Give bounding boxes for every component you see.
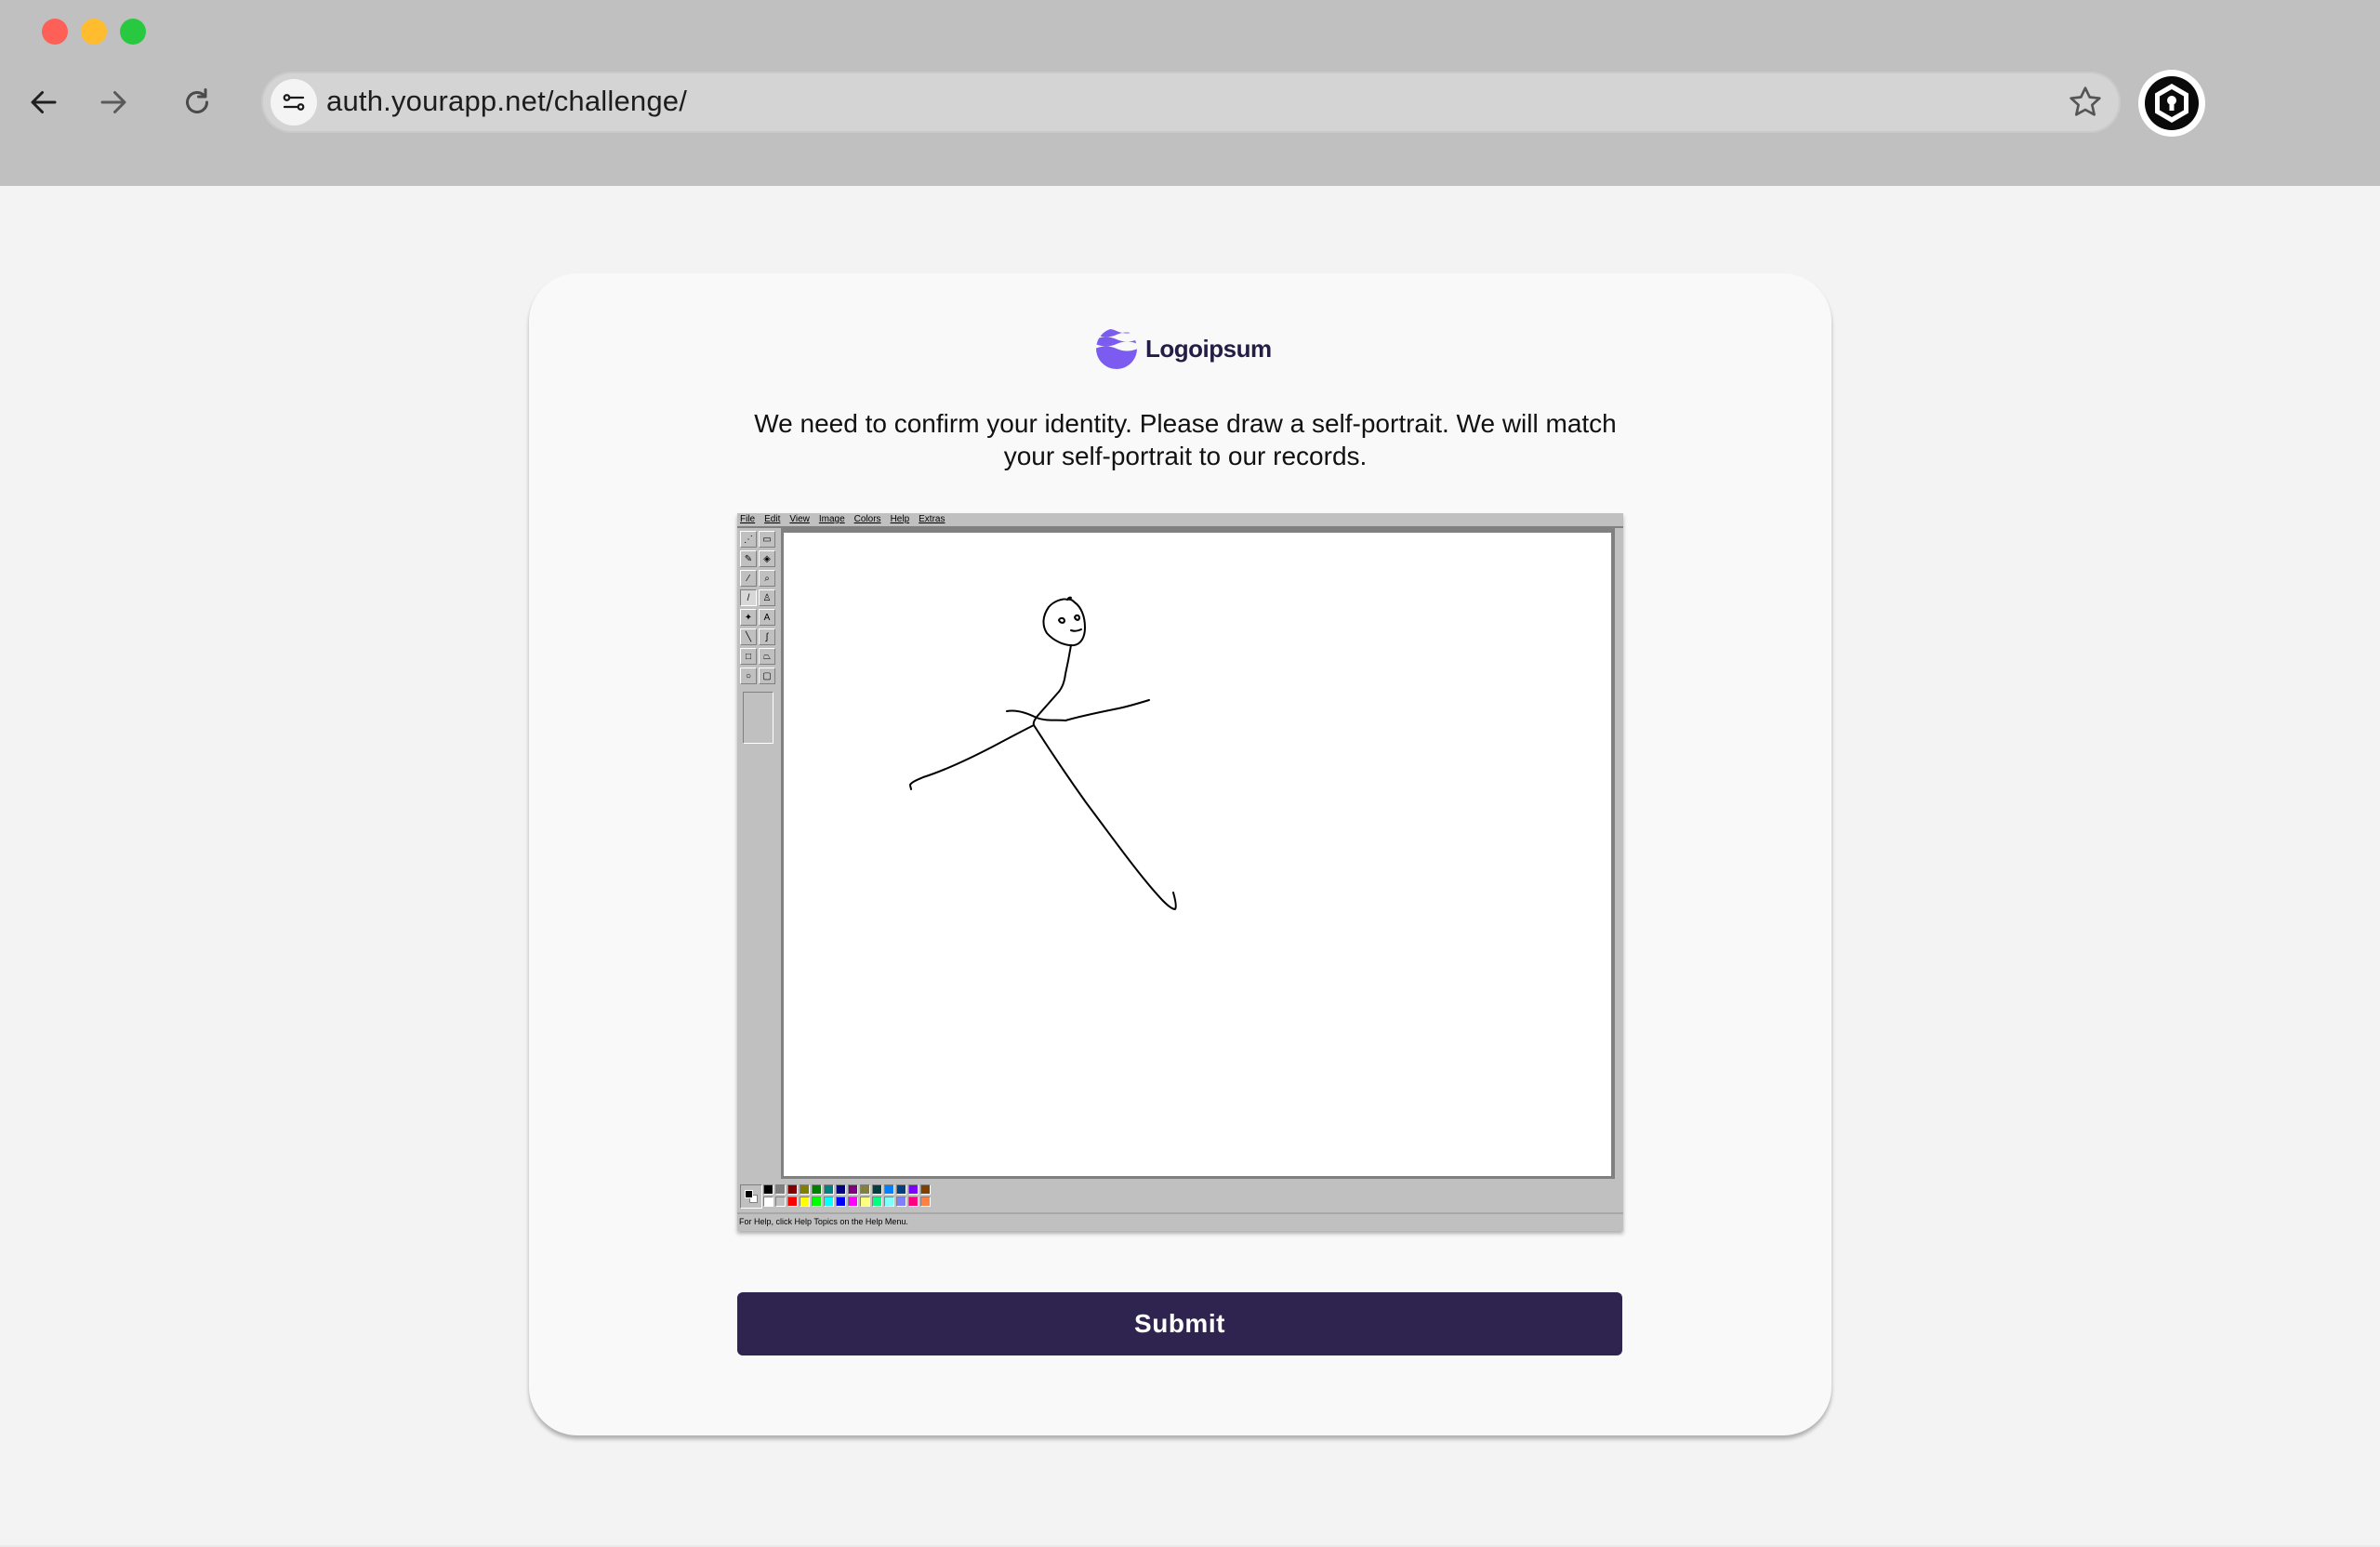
palette-swatch[interactable] — [872, 1197, 882, 1207]
palette-swatch[interactable] — [824, 1184, 834, 1195]
close-window-button[interactable] — [42, 19, 68, 45]
palette-swatch[interactable] — [884, 1197, 894, 1207]
menu-colors[interactable]: Colors — [854, 513, 881, 526]
free-select-tool[interactable]: ⋰ — [740, 531, 757, 548]
eraser-tool[interactable]: ✎ — [740, 550, 757, 567]
paint-window: File Edit View Image Colors Help Extras … — [737, 513, 1623, 1231]
current-colors[interactable] — [740, 1184, 762, 1209]
palette-swatch[interactable] — [908, 1197, 919, 1207]
canvas-well — [781, 528, 1615, 1179]
logo-text: Logoipsum — [1145, 334, 1272, 363]
brush-tool[interactable]: ♙ — [759, 589, 775, 606]
submit-button[interactable]: Submit — [737, 1292, 1622, 1355]
ellipse-tool[interactable]: ○ — [740, 668, 757, 684]
menu-edit[interactable]: Edit — [764, 513, 780, 526]
palette-swatch[interactable] — [884, 1184, 894, 1195]
back-button[interactable] — [20, 79, 67, 126]
palette-swatch[interactable] — [775, 1184, 786, 1195]
menu-extras[interactable]: Extras — [919, 513, 945, 526]
palette-swatch[interactable] — [860, 1197, 870, 1207]
color-picker-tool[interactable]: ⁄ — [740, 570, 757, 587]
select-tool[interactable]: ▭ — [759, 531, 775, 548]
browser-toolbar: auth.yourapp.net/challenge/ — [0, 0, 2380, 186]
logo-wave-icon — [1096, 328, 1137, 369]
palette-swatch[interactable] — [787, 1184, 798, 1195]
palette-swatch[interactable] — [824, 1197, 834, 1207]
logo: Logoipsum — [1095, 325, 1272, 372]
palette-swatch[interactable] — [896, 1184, 906, 1195]
reload-icon — [186, 88, 208, 113]
stick-figure-drawing — [909, 596, 1177, 910]
reload-button[interactable] — [174, 79, 220, 126]
airbrush-tool[interactable]: ✦ — [740, 609, 757, 626]
palette-swatch[interactable] — [920, 1184, 931, 1195]
url-text[interactable]: auth.yourapp.net/challenge/ — [326, 85, 687, 118]
palette-swatch[interactable] — [775, 1197, 786, 1207]
palette-swatch[interactable] — [896, 1197, 906, 1207]
palette-swatch[interactable] — [787, 1197, 798, 1207]
minimize-window-button[interactable] — [81, 19, 107, 45]
palette-swatch[interactable] — [836, 1184, 846, 1195]
hexagon-shield-icon — [2145, 76, 2199, 130]
paint-menubar: File Edit View Image Colors Help Extras — [737, 513, 1623, 526]
palette-swatch[interactable] — [860, 1184, 870, 1195]
rounded-rect-tool[interactable]: ▢ — [759, 668, 775, 684]
menu-image[interactable]: Image — [819, 513, 845, 526]
fill-tool[interactable]: ◈ — [759, 550, 775, 567]
maximize-window-button[interactable] — [120, 19, 146, 45]
menu-file[interactable]: File — [740, 513, 755, 526]
line-tool[interactable]: ╲ — [740, 628, 757, 645]
polygon-tool[interactable]: ⏢ — [759, 648, 775, 665]
palette-swatch[interactable] — [920, 1197, 931, 1207]
palette-swatch[interactable] — [800, 1184, 810, 1195]
text-tool[interactable]: A — [759, 609, 775, 626]
paint-statusbar: For Help, click Help Topics on the Help … — [737, 1212, 1623, 1231]
palette-swatch[interactable] — [763, 1184, 774, 1195]
menu-help[interactable]: Help — [891, 513, 910, 526]
palette-swatch[interactable] — [872, 1184, 882, 1195]
magnifier-tool[interactable]: ⌕ — [759, 570, 775, 587]
tune-icon — [283, 94, 305, 111]
tool-options-box[interactable] — [743, 692, 774, 744]
extension-button[interactable] — [2138, 70, 2205, 137]
site-settings-button[interactable] — [271, 79, 317, 126]
paint-toolbox: ⋰ ▭ ✎ ◈ ⁄ ⌕ / ♙ ✦ A ╲ ∫ □ ⏢ ○ ▢ — [737, 528, 778, 1179]
forward-button[interactable] — [90, 79, 137, 126]
palette-swatch[interactable] — [848, 1197, 858, 1207]
palette-swatch[interactable] — [908, 1184, 919, 1195]
address-bar[interactable]: auth.yourapp.net/challenge/ — [261, 72, 2121, 133]
rectangle-tool[interactable]: □ — [740, 648, 757, 665]
foreground-color — [745, 1190, 753, 1198]
pencil-tool[interactable]: / — [740, 589, 757, 606]
palette-swatch[interactable] — [812, 1184, 822, 1195]
palette-swatch[interactable] — [800, 1197, 810, 1207]
drawing-canvas[interactable] — [784, 533, 1611, 1176]
canvas-scroll-edge — [1615, 528, 1623, 1179]
curve-tool[interactable]: ∫ — [759, 628, 775, 645]
arrow-left-icon — [31, 91, 57, 113]
arrow-right-icon — [100, 91, 126, 113]
palette-swatch[interactable] — [763, 1197, 774, 1207]
palette-swatch[interactable] — [836, 1197, 846, 1207]
star-icon[interactable] — [2067, 84, 2104, 121]
menu-view[interactable]: View — [789, 513, 810, 526]
challenge-prompt: We need to confirm your identity. Please… — [754, 409, 1617, 470]
palette-swatch[interactable] — [848, 1184, 858, 1195]
palette-swatch[interactable] — [812, 1197, 822, 1207]
